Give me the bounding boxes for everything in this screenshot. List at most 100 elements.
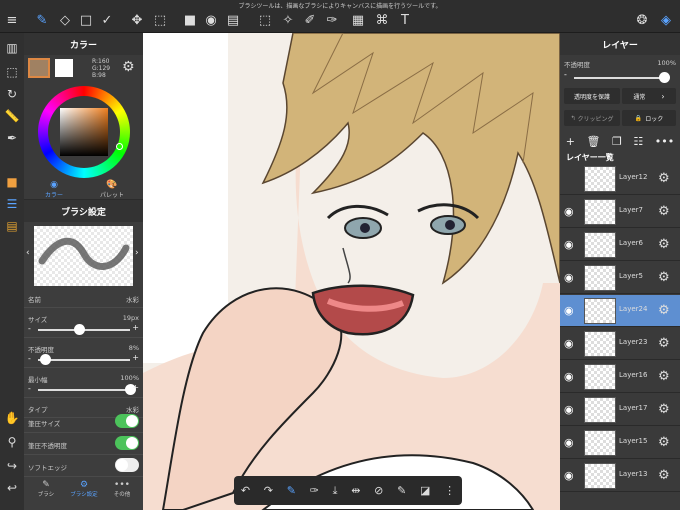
visibility-eye-icon[interactable]: ◉ [564,436,574,449]
min-width-plus-icon[interactable]: + [132,383,139,392]
prev-brush-chevron-icon[interactable]: ‹ [26,248,30,258]
select-eraser-tool-icon[interactable]: ✑ [322,11,342,29]
layer-row[interactable]: Layer12 ⚙ [560,163,680,195]
visibility-eye-icon[interactable]: ◉ [564,469,574,482]
dropper-icon[interactable]: ✒ [3,129,21,147]
layer-row[interactable]: ◉ Layer6 ⚙ [560,229,680,261]
visibility-eye-icon[interactable]: ◉ [564,304,574,317]
color-swatch-icon[interactable]: ■ [3,173,21,191]
layer-row[interactable]: ◉ Layer5 ⚙ [560,262,680,294]
layer-opacity-slider[interactable] [574,72,670,83]
layer-settings-gear-icon[interactable]: ⚙ [658,435,670,450]
min-width-slider[interactable] [38,384,136,395]
color-picker-knob[interactable] [116,143,123,150]
layer-settings-gear-icon[interactable]: ⚙ [658,204,670,219]
pen-icon[interactable]: ✑ [310,484,319,497]
fill-rect-tool-icon[interactable]: ■ [180,11,200,29]
saturation-square[interactable] [60,108,108,156]
eyedropper-icon[interactable]: ⚲ [3,433,21,451]
layer-settings-gear-icon[interactable]: ⚙ [658,402,670,417]
brush-list-icon[interactable]: ☰ [3,195,21,213]
soft-edge-toggle[interactable] [115,458,139,472]
primary-color-swatch[interactable] [28,58,50,78]
size-plus-icon[interactable]: + [132,323,139,332]
color-settings-gear-icon[interactable]: ⚙ [122,59,135,75]
grid-icon[interactable]: ⋮ [444,484,455,497]
flip-icon[interactable]: ⇹ [351,484,360,497]
eraser-tool-icon[interactable]: ◇ [55,11,75,29]
visibility-eye-icon[interactable]: ◉ [564,403,574,416]
layer-opacity-knob[interactable] [659,72,670,83]
frame-tool-icon[interactable]: ▦ [348,11,368,29]
select-pen-tool-icon[interactable]: ✐ [300,11,320,29]
size-minus-icon[interactable]: - [28,324,31,333]
bucket-tool-icon[interactable]: ◉ [201,11,221,29]
redo-icon[interactable]: ↪ [3,457,21,475]
layer-list-icon[interactable]: ☷ [633,135,643,148]
tab-other[interactable]: ••• その他 [104,480,140,498]
layers-list-icon[interactable]: ▥ [3,39,21,57]
add-layer-icon[interactable]: + [566,135,575,148]
stroke-tool-icon[interactable]: ✓ [97,11,117,29]
visibility-eye-icon[interactable]: ◉ [564,238,574,251]
brush-tool-icon[interactable]: ✎ [32,11,52,29]
redo-icon[interactable]: ↷ [264,484,273,497]
min-width-minus-icon[interactable]: - [28,384,31,393]
select-tool-icon[interactable]: ⬚ [255,11,275,29]
opacity-minus-icon[interactable]: - [28,354,31,363]
layer-row[interactable]: ◉ Layer17 ⚙ [560,394,680,426]
opacity-slider[interactable] [38,354,130,365]
blend-mode-button[interactable]: 通常 › [622,88,676,104]
size-slider-knob[interactable] [74,324,86,335]
undo-icon[interactable]: ↩ [3,479,21,497]
layer-settings-gear-icon[interactable]: ⚙ [658,303,670,318]
menu-icon[interactable]: ≡ [2,11,22,29]
edit-icon[interactable]: ✎ [397,484,406,497]
layer-settings-gear-icon[interactable]: ⚙ [658,336,670,351]
opacity-slider-knob[interactable] [40,354,52,365]
clipping-button[interactable]: ↰ クリッピング [564,110,620,126]
visibility-eye-icon[interactable]: ◉ [564,370,574,383]
tab-palette[interactable]: 🎨 パレット [92,180,132,199]
text-tool-icon[interactable]: T [395,11,415,29]
layer-opacity-minus-icon[interactable]: - [564,70,567,79]
move-tool-icon[interactable]: ✥ [127,11,147,29]
layer-more-icon[interactable]: ••• [655,135,674,148]
ruler-icon[interactable]: 📏 [3,107,21,125]
delete-layer-icon[interactable]: 🗑 [586,135,600,148]
drawing-canvas[interactable] [143,33,560,510]
secondary-color-swatch[interactable] [55,59,73,77]
size-slider[interactable] [38,324,130,335]
visibility-eye-icon[interactable]: ◉ [564,271,574,284]
hand-icon[interactable]: ✋ [3,409,21,427]
undo-icon[interactable]: ↶ [241,484,250,497]
rotate-icon[interactable]: ↻ [3,85,21,103]
lock-button[interactable]: 🔒 ロック [622,110,676,126]
brush-name-row[interactable]: 名前 水彩 [24,288,143,308]
pressure-size-toggle[interactable] [115,414,139,428]
materials-icon[interactable]: ❂ [632,11,652,29]
duplicate-layer-icon[interactable]: ❐ [612,135,622,148]
opacity-plus-icon[interactable]: + [132,353,139,362]
color-wheel[interactable] [38,86,130,178]
layer-settings-gear-icon[interactable]: ⚙ [658,369,670,384]
tab-color[interactable]: ◉ カラー [34,180,74,199]
layer-row[interactable]: ◉ Layer13 ⚙ [560,460,680,492]
layer-stack-icon[interactable]: ▤ [3,217,21,235]
pen-tool-icon[interactable]: ⌘ [372,11,392,29]
snap-off-icon[interactable]: ⊘ [374,484,383,497]
transform-tool-icon[interactable]: ⬚ [150,11,170,29]
pressure-opacity-toggle[interactable] [115,436,139,450]
layer-row[interactable]: ◉ Layer23 ⚙ [560,328,680,360]
next-brush-chevron-icon[interactable]: › [135,248,139,258]
rectangle-tool-icon[interactable]: □ [76,11,96,29]
brush-tool-icon[interactable]: ✎ [287,484,296,497]
layer-row[interactable]: ◉ Layer16 ⚙ [560,361,680,393]
frame-icon[interactable]: ◪ [420,484,430,497]
layer-settings-gear-icon[interactable]: ⚙ [658,171,670,186]
layer-row[interactable]: ◉ Layer7 ⚙ [560,196,680,228]
visibility-eye-icon[interactable]: ◉ [564,337,574,350]
protect-alpha-button[interactable]: 透明度を保護 [564,88,620,104]
selection-icon[interactable]: ⬚ [3,63,21,81]
visibility-eye-icon[interactable]: ◉ [564,205,574,218]
